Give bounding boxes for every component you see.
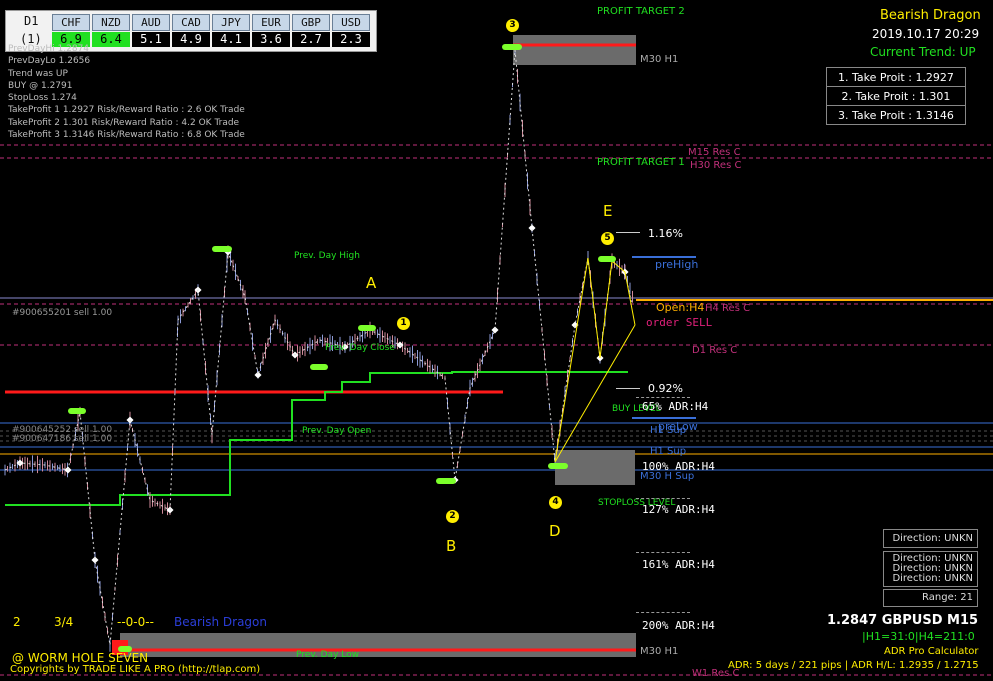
- info-tp2: TakeProfit 2 1.301 Risk/Reward Ratio : 4…: [8, 117, 240, 128]
- circle-2: 2: [446, 510, 459, 523]
- take-profit-1: 1. Take Proit : 1.2927: [826, 67, 966, 87]
- zero-marker: --0-0--: [117, 615, 154, 629]
- h30-res-label: H30 Res C: [690, 160, 742, 171]
- trade-info: PrevDayHi 1.2874 PrevDayLo 1.2656 Trend …: [8, 43, 245, 141]
- pct-2-line: [616, 388, 640, 389]
- currency-usd: USD: [332, 14, 370, 31]
- order-b-label: #900647186 sell 1.00: [12, 434, 113, 444]
- sell-order-label: #900655201 sell 1.00: [12, 308, 113, 318]
- adr-calc-label: ADR Pro Calculator: [884, 646, 979, 657]
- adr-100: 100% ADR:H4: [642, 460, 715, 473]
- adr-65: 65% ADR:H4: [642, 400, 709, 413]
- direction-3: Direction: UNKN: [892, 573, 973, 584]
- copyright-label: Copyrights by TRADE LIKE A PRO (http://t…: [10, 664, 261, 675]
- open-h4-label: Open:H4: [656, 301, 705, 314]
- count-3-4: 3/4: [54, 615, 74, 629]
- currency-eur: EUR: [252, 14, 290, 31]
- adr-200-line: [636, 612, 690, 613]
- price-symbol: 1.2847 GBPUSD M15: [827, 613, 979, 628]
- adr-200: 200% ADR:H4: [642, 619, 715, 632]
- currency-gbp: GBP: [292, 14, 330, 31]
- prelow-label: preLow: [658, 420, 698, 433]
- prehigh-label: preHigh: [655, 258, 699, 271]
- count-2: 2: [13, 615, 21, 629]
- prev-day-low-label: Prev. Day Low: [296, 650, 360, 660]
- currency-aud: AUD: [132, 14, 170, 31]
- circle-3: 3: [506, 19, 519, 32]
- range-box: Range: 21: [883, 589, 978, 607]
- brand-label: @ WORM HOLE SEVEN: [12, 651, 149, 665]
- info-prev-low: PrevDayLo 1.2656: [8, 56, 91, 67]
- info-buy: BUY @ 1.2791: [8, 80, 73, 91]
- adr-161-line: [636, 552, 690, 553]
- directions-box: Direction: UNKN Direction: UNKN Directio…: [883, 551, 978, 587]
- prev-day-open-label: Prev. Day Open: [302, 426, 372, 436]
- circle-1: 1: [397, 317, 410, 330]
- circle-5: 5: [601, 232, 614, 245]
- profit-target-1-label: PROFIT TARGET 1: [597, 157, 685, 168]
- bearish-dragon-label: Bearish Dragon: [174, 615, 267, 629]
- datetime: 2019.10.17 20:29: [872, 27, 980, 41]
- d1-res-label: D1 Res C: [692, 345, 738, 356]
- pattern-title: Bearish Dragon: [880, 8, 981, 23]
- info-trend: Trend was UP: [8, 68, 68, 79]
- m15-res-label: M15 Res C: [688, 147, 741, 158]
- currency-cad: CAD: [172, 14, 210, 31]
- circle-4: 4: [549, 496, 562, 509]
- prev-day-high-label: Prev. Day High: [294, 251, 360, 261]
- adr-161: 161% ADR:H4: [642, 558, 715, 571]
- point-a: A: [366, 274, 377, 292]
- range-label: Range: 21: [922, 592, 973, 603]
- h4-res-label: H4 Res C: [705, 303, 751, 314]
- value-gbp: 2.7: [292, 32, 330, 47]
- direction-box: Direction: UNKN: [883, 529, 978, 548]
- percent-1: 1.16%: [648, 227, 683, 240]
- level-lines: [0, 144, 993, 676]
- h1-sup-label-2: H1 Sup: [650, 446, 687, 457]
- supply-zone: [513, 35, 636, 65]
- currency-nzd: NZD: [92, 14, 130, 31]
- point-d: D: [549, 522, 561, 540]
- info-tp1: TakeProfit 1 1.2927 Risk/Reward Ratio : …: [8, 105, 245, 116]
- timeframe-label: D1: [24, 14, 39, 28]
- direction-single: Direction: UNKN: [892, 533, 973, 544]
- currency-chf: CHF: [52, 14, 90, 31]
- h-stats: |H1=31:0|H4=211:0: [862, 630, 975, 643]
- adr-65-line: [636, 397, 690, 398]
- adr-127: 127% ADR:H4: [642, 503, 715, 516]
- adr-127-line: [636, 498, 690, 499]
- low-zone: [120, 633, 636, 657]
- point-b: B: [446, 537, 457, 555]
- point-e: E: [603, 202, 613, 220]
- percent-2: 0.92%: [648, 382, 683, 395]
- info-tp3: TakeProfit 3 1.3146 Risk/Reward Ratio : …: [8, 130, 245, 141]
- info-prev-high: PrevDayHi 1.2874: [8, 44, 90, 54]
- order-sell-label: order SELL: [646, 316, 713, 329]
- pct-1-line: [616, 232, 640, 233]
- adr-info: ADR: 5 days / 221 pips | ADR H/L: 1.2935…: [728, 660, 979, 671]
- prev-day-close-label: Prev. Day Close: [325, 343, 395, 353]
- info-stoploss: StopLoss 1.274: [8, 93, 77, 104]
- current-trend: Current Trend: UP: [870, 45, 976, 59]
- currency-jpy: JPY: [212, 14, 250, 31]
- m30h1-bottom-label: M30 H1: [640, 646, 679, 657]
- take-profit-3: 3. Take Proit : 1.3146: [826, 105, 966, 125]
- profit-target-2-label: PROFIT TARGET 2: [597, 6, 685, 17]
- value-usd: 2.3: [332, 32, 370, 47]
- value-eur: 3.6: [252, 32, 290, 47]
- m30h1-top-label: M30 H1: [640, 54, 679, 65]
- take-profit-2: 2. Take Proit : 1.301: [826, 86, 966, 106]
